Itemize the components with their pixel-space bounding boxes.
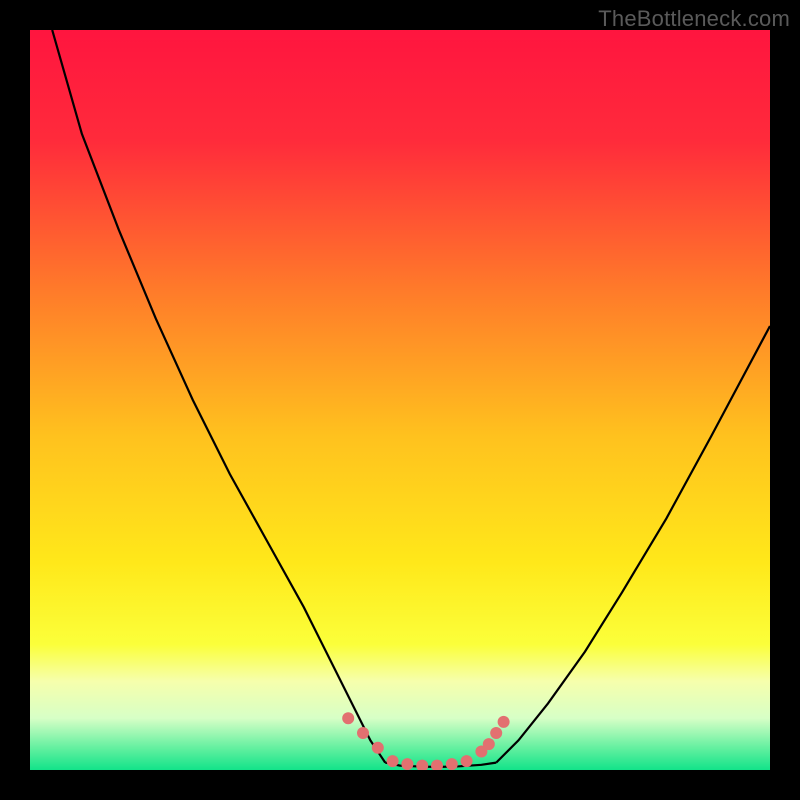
marker-dot: [461, 755, 473, 767]
watermark-label: TheBottleneck.com: [598, 6, 790, 32]
marker-dot: [401, 758, 413, 770]
plot-area: [30, 30, 770, 770]
chart-frame: TheBottleneck.com: [0, 0, 800, 800]
valley-dots: [342, 712, 509, 770]
marker-dot: [431, 760, 443, 770]
marker-dot: [483, 738, 495, 750]
marker-dot: [446, 758, 458, 770]
marker-dot: [387, 755, 399, 767]
marker-dot: [372, 742, 384, 754]
marker-dot: [498, 716, 510, 728]
right-curve: [496, 326, 770, 763]
marker-dot: [490, 727, 502, 739]
left-curve: [52, 30, 385, 763]
marker-dot: [416, 760, 428, 770]
marker-dot: [342, 712, 354, 724]
marker-dot: [357, 727, 369, 739]
chart-curves: [30, 30, 770, 770]
